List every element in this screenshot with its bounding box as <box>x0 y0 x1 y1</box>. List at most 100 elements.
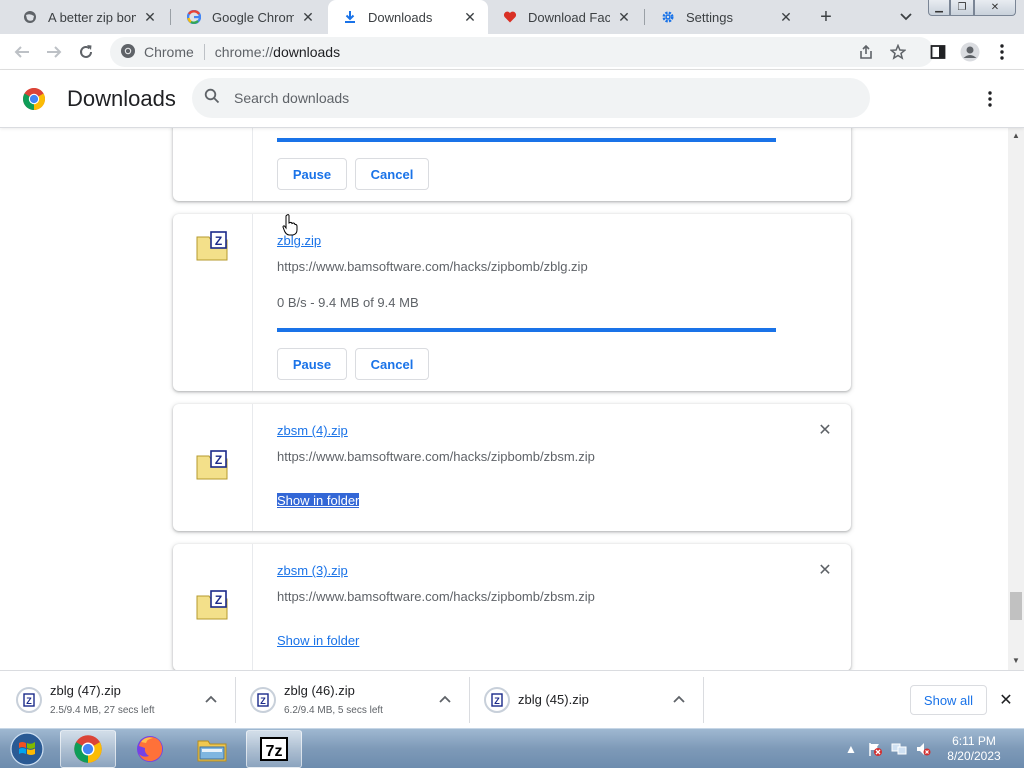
search-box[interactable] <box>192 78 870 118</box>
show-all-button[interactable]: Show all <box>910 685 987 715</box>
close-shelf-icon[interactable]: ✕ <box>997 691 1015 709</box>
scrollbar[interactable]: ▲ ▼ <box>1008 128 1024 670</box>
icon-column: Z <box>173 404 253 531</box>
show-in-folder-link[interactable]: Show in folder <box>277 633 359 648</box>
tab-title: Download Facebo <box>528 9 610 25</box>
cancel-button[interactable]: Cancel <box>355 348 429 380</box>
side-panel-icon[interactable] <box>926 40 950 64</box>
zip-file-icon: Z <box>196 231 228 261</box>
clock-date: 8/20/2023 <box>947 749 1001 763</box>
heart-icon <box>502 9 518 25</box>
address-bar[interactable]: Chrome chrome://downloads <box>110 37 934 67</box>
reload-icon[interactable] <box>74 40 98 64</box>
close-icon[interactable]: ✕ <box>300 9 316 25</box>
scroll-up-icon[interactable]: ▲ <box>1012 132 1020 140</box>
download-status: 0 B/s - 9.4 MB of 9.4 MB <box>277 295 419 310</box>
scroll-down-icon[interactable]: ▼ <box>1012 657 1020 665</box>
download-icon <box>342 9 358 25</box>
close-icon[interactable]: ✕ <box>778 9 794 25</box>
svg-text:Z: Z <box>215 453 222 467</box>
icon-column: Z <box>173 214 253 391</box>
cancel-button[interactable]: Cancel <box>355 158 429 190</box>
omnibox-separator <box>203 44 205 60</box>
url-text: chrome://downloads <box>215 44 340 60</box>
shelf-download-item[interactable]: Z zblg (46).zip 6.2/9.4 MB, 5 secs left <box>236 677 470 723</box>
close-icon[interactable]: ✕ <box>462 9 478 25</box>
shelf-file-name: zblg (47).zip <box>50 683 121 698</box>
taskbar-firefox[interactable] <box>122 730 178 768</box>
forward-icon[interactable] <box>42 40 66 64</box>
svg-text:Z: Z <box>494 696 500 706</box>
zip-file-icon: Z <box>484 687 510 713</box>
search-icon <box>204 88 220 109</box>
show-in-folder-link[interactable]: Show in folder <box>277 493 360 508</box>
file-explorer-icon <box>197 740 227 762</box>
file-url[interactable]: https://www.bamsoftware.com/hacks/zipbom… <box>277 449 595 464</box>
pause-button[interactable]: Pause <box>277 158 347 190</box>
file-url[interactable]: https://www.bamsoftware.com/hacks/zipbom… <box>277 589 595 604</box>
remove-icon[interactable]: ✕ <box>817 422 833 439</box>
download-card: Z zbsm (4).zip ✕ https://www.bamsoftware… <box>173 404 851 531</box>
clock[interactable]: 6:11 PM 8/20/2023 <box>930 734 1018 764</box>
back-icon[interactable] <box>10 40 34 64</box>
firefox-icon <box>137 736 163 762</box>
chevron-up-icon[interactable] <box>203 691 219 707</box>
tab-strip: A better zip bomb ✕ Google Chrome b ✕ Do… <box>0 0 1024 34</box>
icon-column <box>173 128 253 201</box>
remove-icon[interactable]: ✕ <box>817 562 833 579</box>
pause-button[interactable]: Pause <box>277 348 347 380</box>
scroll-thumb[interactable] <box>1010 592 1022 620</box>
chevron-up-icon[interactable] <box>437 691 453 707</box>
window-close-button[interactable]: ✕ <box>974 0 1016 16</box>
icon-column: Z <box>173 544 253 670</box>
maximize-button[interactable]: ❐ <box>950 0 974 16</box>
shelf-file-progress: 6.2/9.4 MB, 5 secs left <box>284 705 383 716</box>
tab-zip-bomb[interactable]: A better zip bomb ✕ <box>8 0 168 34</box>
downloads-menu-icon[interactable] <box>979 88 1001 110</box>
star-icon[interactable] <box>886 40 910 64</box>
share-icon[interactable] <box>854 40 878 64</box>
window-controls: ▁ ❐ ✕ <box>928 0 1016 18</box>
url-host: chrome:// <box>214 44 274 60</box>
zip-file-icon: Z <box>250 687 276 713</box>
network-icon[interactable] <box>890 740 908 758</box>
profile-avatar-icon[interactable] <box>958 40 982 64</box>
google-icon <box>186 9 202 25</box>
progress-bar <box>277 138 776 142</box>
tab-downloads[interactable]: Downloads ✕ <box>328 0 488 34</box>
tab-separator <box>644 9 645 25</box>
chrome-logo-icon <box>22 87 45 110</box>
downloads-list: Pause Cancel Z zblg.zip https://www.bams… <box>0 128 1008 670</box>
shelf-download-item[interactable]: Z zblg (47).zip 2.5/9.4 MB, 27 secs left <box>2 677 236 723</box>
zip-file-icon: Z <box>196 450 228 480</box>
start-button[interactable] <box>4 730 50 768</box>
close-icon[interactable]: ✕ <box>616 9 632 25</box>
kebab-menu-icon[interactable] <box>990 40 1014 64</box>
tab-google-chrome[interactable]: Google Chrome b ✕ <box>172 0 326 34</box>
tab-download-facebook[interactable]: Download Facebo ✕ <box>488 0 642 34</box>
file-name-link[interactable]: zbsm (4).zip <box>277 423 348 438</box>
taskbar-file-explorer[interactable] <box>184 730 240 768</box>
new-tab-button[interactable]: + <box>814 5 838 29</box>
download-card: Z zblg.zip https://www.bamsoftware.com/h… <box>173 214 851 391</box>
action-center-flag-icon[interactable] <box>866 740 884 758</box>
chevron-down-icon[interactable] <box>896 7 916 27</box>
shelf-download-item[interactable]: Z zblg (45).zip <box>470 677 704 723</box>
tab-title: A better zip bomb <box>48 9 136 25</box>
tab-title: Downloads <box>368 9 433 25</box>
toolbar: Chrome chrome://downloads <box>0 34 1024 70</box>
tab-settings[interactable]: Settings ✕ <box>646 0 804 34</box>
file-name-link[interactable]: zbsm (3).zip <box>277 563 348 578</box>
close-icon[interactable]: ✕ <box>142 9 158 25</box>
minimize-button[interactable]: ▁ <box>928 0 950 16</box>
system-tray: ▲ <box>842 729 938 768</box>
taskbar-7zip[interactable]: 7z <box>246 730 302 768</box>
search-input[interactable] <box>234 90 834 106</box>
download-card: Z zbsm (3).zip ✕ https://www.bamsoftware… <box>173 544 851 670</box>
chrome-icon <box>120 43 136 62</box>
globe-icon <box>22 9 38 25</box>
chevron-up-icon[interactable] <box>671 691 687 707</box>
taskbar-chrome[interactable] <box>60 730 116 768</box>
file-url[interactable]: https://www.bamsoftware.com/hacks/zipbom… <box>277 259 588 274</box>
tray-expand-icon[interactable]: ▲ <box>842 740 860 758</box>
